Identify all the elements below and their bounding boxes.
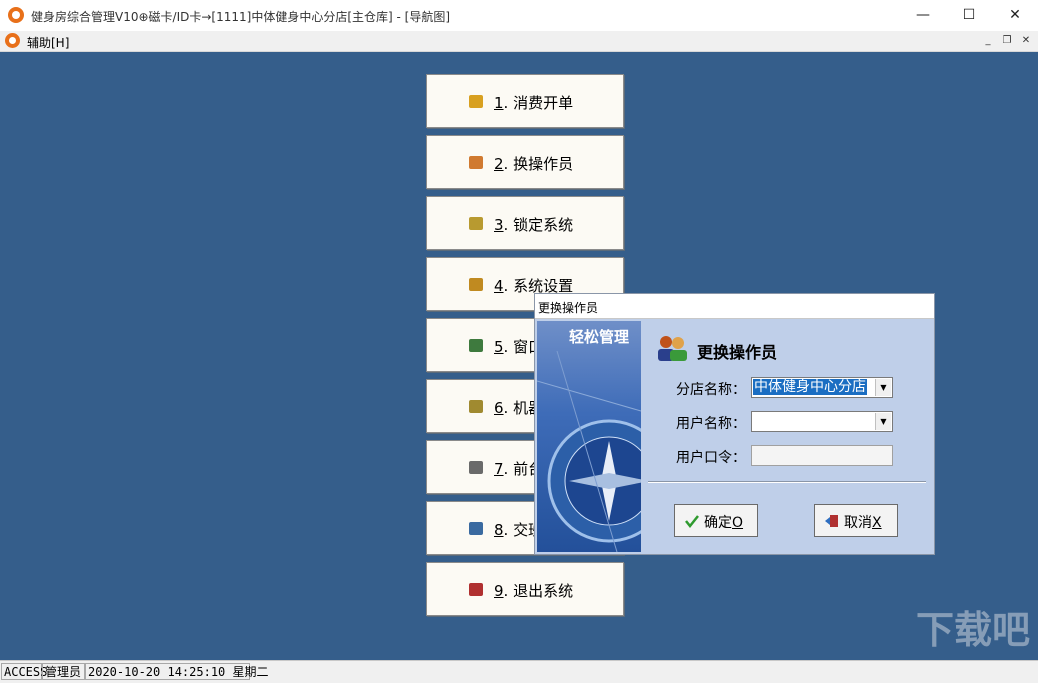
user-label: 用户名称： [676, 416, 746, 432]
nav-button-number: 9 [494, 582, 504, 600]
nav-button-label: . 换操作员 [503, 155, 574, 173]
exit-door-icon [825, 515, 838, 527]
password-label: 用户口令： [676, 450, 746, 466]
coins-icon [469, 95, 483, 108]
cancel-button[interactable]: 取消X [814, 504, 898, 537]
password-input[interactable] [751, 445, 893, 466]
nav-button-label: . 退出系统 [503, 582, 574, 600]
exit-icon [469, 583, 483, 596]
status-user: 管理员 [42, 663, 85, 680]
nav-button-number: 2 [494, 155, 504, 173]
mdi-app-icon [5, 33, 20, 48]
close-button[interactable]: ✕ [992, 0, 1038, 31]
nav-button-number: 7 [494, 460, 504, 478]
maximize-button[interactable]: ☐ [946, 0, 992, 31]
nav-button-label: . 消费开单 [503, 94, 574, 112]
key-icon [469, 217, 483, 230]
status-bar: ACCESS 管理员 2020-10-20 14:25:10 星期二 [0, 660, 1038, 683]
store-label: 分店名称： [676, 382, 746, 398]
dialog-heading: 更换操作员 [697, 343, 778, 362]
compass-icon [537, 350, 641, 552]
store-value: 中体健身中心分店 [753, 379, 867, 395]
nav-button-3[interactable]: 3. 锁定系统 [426, 196, 624, 250]
menu-help[interactable]: 辅助[H] [27, 34, 69, 51]
title-bar: 健身房综合管理V10⊕磁卡/ID卡→[1111]中体健身中心分店[主仓库] - … [0, 0, 1038, 31]
users-icon [469, 156, 483, 169]
nav-button-number: 6 [494, 399, 504, 417]
menu-bar: 辅助[H] _ ❐ ✕ [0, 31, 1038, 52]
nav-button-9[interactable]: 9. 退出系统 [426, 562, 624, 616]
app-logo-icon [8, 7, 24, 23]
minimize-button[interactable]: — [900, 0, 946, 31]
user-select[interactable]: ▼ [751, 411, 893, 432]
mdi-close-button[interactable]: ✕ [1019, 34, 1033, 48]
status-datetime: 2020-10-20 14:25:10 星期二 [85, 663, 269, 680]
printer-icon [469, 461, 483, 474]
nav-button-number: 1 [494, 94, 504, 112]
checkmark-icon [685, 515, 699, 528]
ok-label: 确定 [704, 515, 732, 531]
nav-button-label: . 锁定系统 [503, 216, 574, 234]
chevron-down-icon[interactable]: ▼ [875, 413, 891, 430]
dialog-separator [648, 481, 926, 483]
mdi-restore-button[interactable]: ❐ [1000, 34, 1014, 48]
nav-button-number: 3 [494, 216, 504, 234]
store-select[interactable]: 中体健身中心分店 ▼ [751, 377, 893, 398]
nav-button-number: 5 [494, 338, 504, 356]
users-icon [658, 336, 687, 361]
calculator-icon [469, 522, 483, 535]
cancel-label: 取消 [844, 515, 872, 531]
watermark: 下载吧 [915, 608, 1030, 652]
ok-shortcut: O [732, 515, 744, 531]
nav-button-number: 4 [494, 277, 504, 295]
dialog-title: 更换操作员 [538, 301, 599, 315]
gears-icon [469, 400, 483, 413]
nav-button-2[interactable]: 2. 换操作员 [426, 135, 624, 189]
ok-button[interactable]: 确定O [674, 504, 758, 537]
change-operator-dialog: 更换操作员 轻松管理 更换操作员 分店名称： 中体健身中心分店 ▼ 用户名称： … [534, 293, 935, 555]
nav-button-1[interactable]: 1. 消费开单 [426, 74, 624, 128]
window-title: 健身房综合管理V10⊕磁卡/ID卡→[1111]中体健身中心分店[主仓库] - … [31, 10, 451, 24]
gear-icon [469, 278, 483, 291]
chevron-down-icon[interactable]: ▼ [875, 379, 891, 396]
windows-icon [469, 339, 483, 352]
dialog-title-bar: 更换操作员 [535, 294, 934, 319]
mdi-minimize-button[interactable]: _ [981, 34, 995, 48]
dialog-banner: 轻松管理 [537, 321, 641, 552]
status-database: ACCESS [1, 663, 47, 680]
cancel-shortcut: X [872, 515, 882, 531]
nav-button-number: 8 [494, 521, 504, 539]
